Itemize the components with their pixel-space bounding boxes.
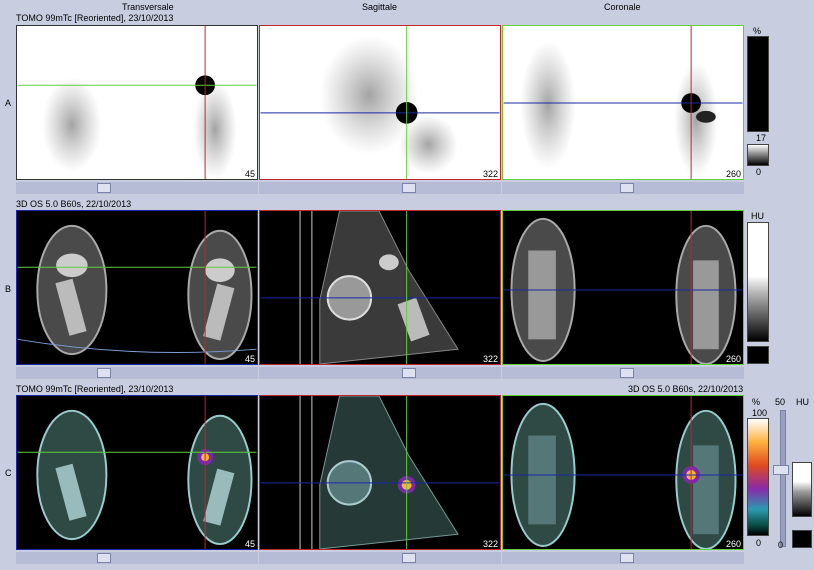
slice-number: 45 (244, 354, 255, 364)
fusion-blend-slider-thumb[interactable] (773, 465, 789, 475)
viewport-a-transverse[interactable]: 45 (16, 25, 258, 180)
ct-coronal-image (503, 211, 743, 364)
column-header-sagittal: Sagittale (362, 2, 398, 12)
scale-c-unit-hu: HU (796, 397, 809, 407)
series-label-row-b: 3D OS 5.0 B60s, 22/10/2013 (16, 199, 132, 209)
slice-number: 322 (482, 169, 498, 179)
scale-c-low-value: 0 (756, 538, 762, 548)
slider-thumb[interactable] (97, 368, 111, 378)
spect-coronal-image (503, 26, 743, 179)
fusion-coronal-image (503, 396, 743, 549)
slider-thumb[interactable] (620, 183, 634, 193)
slice-slider-c-sagittal[interactable] (259, 552, 501, 564)
row-label-c: C (5, 468, 12, 478)
slice-number: 260 (725, 354, 741, 364)
slider-thumb[interactable] (402, 553, 416, 563)
slice-number: 260 (725, 169, 741, 179)
slider-thumb[interactable] (620, 368, 634, 378)
viewport-a-sagittal[interactable]: 322 (259, 25, 501, 180)
slice-slider-b-transverse[interactable] (16, 367, 258, 379)
viewport-b-transverse[interactable]: 45 (16, 210, 258, 365)
slider-thumb[interactable] (402, 368, 416, 378)
colorbar-c-ct-low[interactable] (792, 530, 812, 548)
slice-number: 322 (482, 539, 498, 549)
column-header-coronal: Coronale (604, 2, 641, 12)
fusion-transverse-image (17, 396, 257, 549)
slice-number: 45 (244, 169, 255, 179)
fusion-blend-low-value: 0 (778, 540, 784, 550)
slider-thumb[interactable] (97, 553, 111, 563)
colorbar-c-fusion[interactable] (747, 418, 769, 536)
viewport-c-transverse[interactable]: 45 (16, 395, 258, 550)
slice-slider-a-sagittal[interactable] (259, 182, 501, 194)
slice-slider-c-coronal[interactable] (502, 552, 744, 564)
slice-slider-a-coronal[interactable] (502, 182, 744, 194)
series-label-row-a: TOMO 99mTc [Reoriented], 23/10/2013 (16, 13, 174, 23)
slice-slider-b-coronal[interactable] (502, 367, 744, 379)
viewport-c-sagittal[interactable]: 322 (259, 395, 501, 550)
colorbar-a[interactable] (747, 36, 769, 132)
ct-sagittal-image (260, 211, 500, 364)
scale-c-unit-percent: % (752, 397, 761, 407)
row-label-a: A (5, 98, 12, 108)
colorbar-b-low[interactable] (747, 346, 769, 364)
slice-slider-b-sagittal[interactable] (259, 367, 501, 379)
slice-slider-a-transverse[interactable] (16, 182, 258, 194)
column-header-transverse: Transversale (122, 2, 174, 12)
fusion-blend-slider-track[interactable] (780, 410, 786, 547)
slice-number: 45 (244, 539, 255, 549)
scale-c-top-value: 100 (752, 408, 768, 418)
fusion-sagittal-image (260, 396, 500, 549)
spect-transverse-image (17, 26, 257, 179)
viewport-a-coronal[interactable]: 260 (502, 25, 744, 180)
colorbar-a-window[interactable] (747, 144, 769, 166)
slice-slider-c-transverse[interactable] (16, 552, 258, 564)
slider-thumb[interactable] (620, 553, 634, 563)
scale-a-mid-value[interactable]: 17 (756, 133, 766, 143)
slice-number: 322 (482, 354, 498, 364)
series-label-row-c-right: 3D OS 5.0 B60s, 22/10/2013 (628, 384, 744, 394)
row-label-b: B (5, 284, 12, 294)
scale-b-unit: HU (751, 211, 764, 221)
slice-number: 260 (725, 539, 741, 549)
slider-thumb[interactable] (402, 183, 416, 193)
viewport-b-sagittal[interactable]: 322 (259, 210, 501, 365)
scale-a-low-value[interactable]: 0 (756, 167, 761, 177)
fusion-blend-top-value: 50 (775, 397, 786, 407)
ct-transverse-image (17, 211, 257, 364)
viewport-b-coronal[interactable]: 260 (502, 210, 744, 365)
series-label-row-c-left: TOMO 99mTc [Reoriented], 23/10/2013 (16, 384, 174, 394)
scale-a-unit: % (753, 26, 762, 36)
slider-thumb[interactable] (97, 183, 111, 193)
viewport-c-coronal[interactable]: 260 (502, 395, 744, 550)
colorbar-b[interactable] (747, 222, 769, 342)
spect-sagittal-image (260, 26, 500, 179)
colorbar-c-ct[interactable] (792, 462, 812, 517)
